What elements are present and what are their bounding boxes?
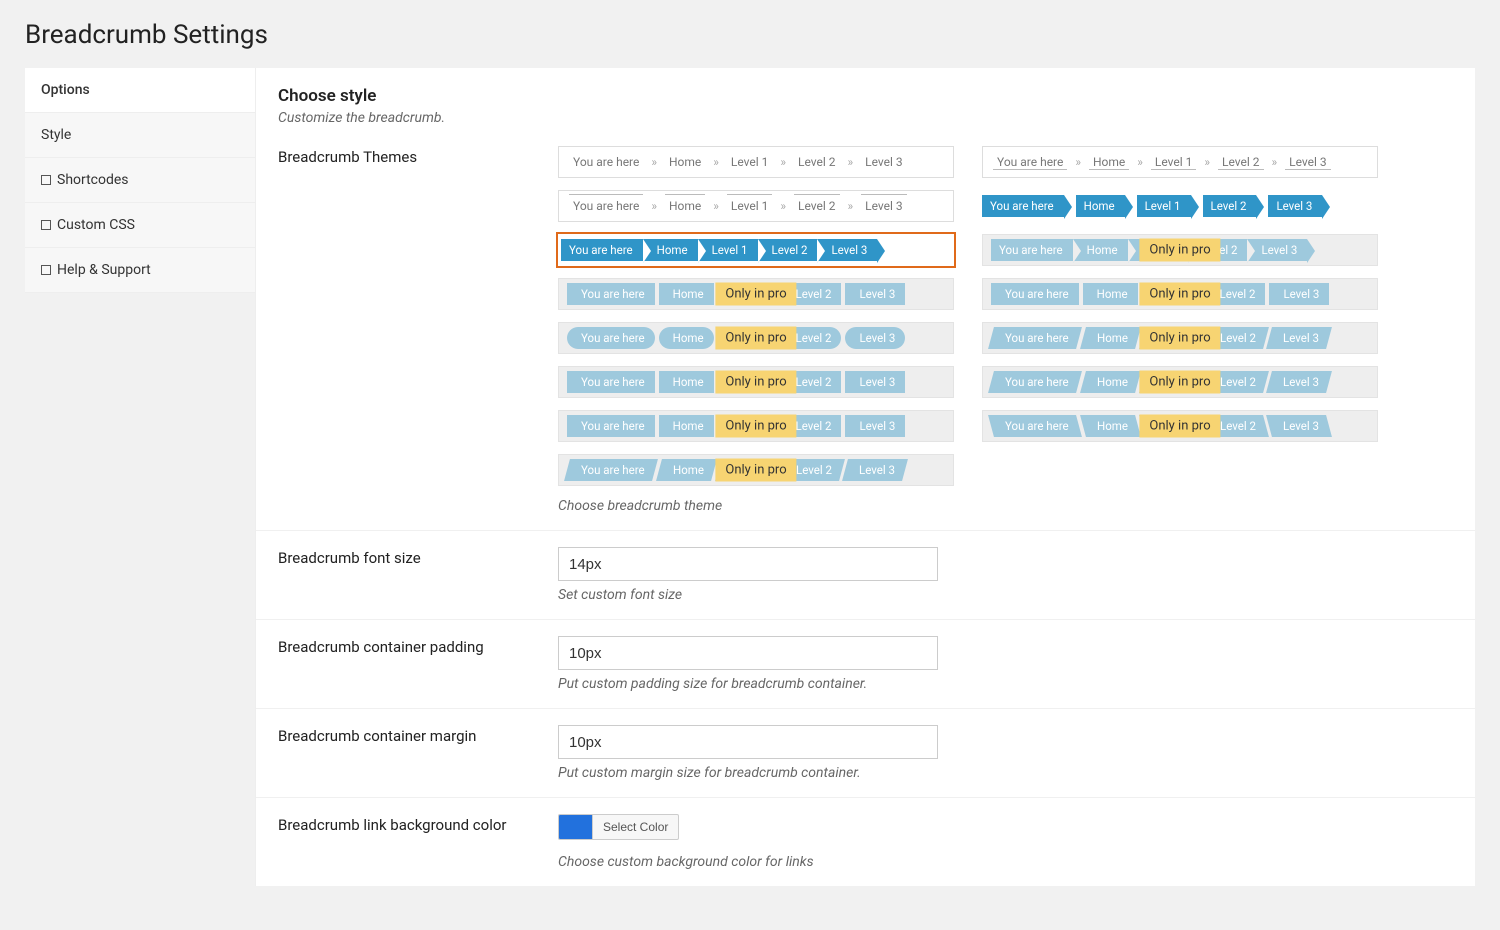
row-label: Breadcrumb container margin bbox=[278, 725, 558, 781]
theme-option-pro-8[interactable]: You are hereHomeLevel 1Level 2Level 3 On… bbox=[558, 410, 954, 442]
row-helper: Choose breadcrumb theme bbox=[558, 498, 1453, 514]
theme-option-pro-9[interactable]: You are hereHomeLevel 1Level 2Level 3 On… bbox=[982, 410, 1378, 442]
row-helper: Choose custom background color for links bbox=[558, 854, 1453, 870]
pro-badge: Only in pro bbox=[1139, 415, 1220, 438]
section-subtitle: Customize the breadcrumb. bbox=[278, 110, 1453, 126]
theme-option-pro-7[interactable]: You are hereHomeLevel 1Level 2Level 3 On… bbox=[982, 366, 1378, 398]
pro-badge: Only in pro bbox=[1139, 283, 1220, 306]
box-icon bbox=[41, 175, 51, 185]
theme-option-underline[interactable]: You are here» Home» Level 1» Level 2» Le… bbox=[982, 146, 1378, 178]
theme-option-overline[interactable]: You are here» Home» Level 1» Level 2» Le… bbox=[558, 190, 954, 222]
pro-badge: Only in pro bbox=[1139, 327, 1220, 350]
row-helper: Set custom font size bbox=[558, 587, 1453, 603]
page-title: Breadcrumb Settings bbox=[25, 20, 1475, 50]
theme-option-pro-2[interactable]: You are hereHomeLevel 1Level 2Level 3 On… bbox=[558, 278, 954, 310]
theme-option-pro-10[interactable]: You are hereHomeLevel 1Level 2Level 3 On… bbox=[558, 454, 954, 486]
sidebar-tab-label: Shortcodes bbox=[57, 172, 129, 188]
section-title: Choose style bbox=[278, 86, 1453, 106]
padding-input[interactable] bbox=[558, 636, 938, 670]
sidebar-tab-custom-css[interactable]: Custom CSS bbox=[25, 203, 255, 248]
sidebar-tab-label: Help & Support bbox=[57, 262, 151, 278]
font-size-input[interactable] bbox=[558, 547, 938, 581]
settings-content: Choose style Customize the breadcrumb. B… bbox=[255, 68, 1475, 886]
pro-badge: Only in pro bbox=[715, 327, 796, 350]
pro-badge: Only in pro bbox=[715, 371, 796, 394]
theme-option-pro-1[interactable]: You are here Home Level 1 Level 2 Level … bbox=[982, 234, 1378, 266]
row-helper: Put custom padding size for breadcrumb c… bbox=[558, 676, 1453, 692]
pro-badge: Only in pro bbox=[715, 415, 796, 438]
row-helper: Put custom margin size for breadcrumb co… bbox=[558, 765, 1453, 781]
pro-badge: Only in pro bbox=[1139, 371, 1220, 394]
margin-input[interactable] bbox=[558, 725, 938, 759]
row-bgcolor: Breadcrumb link background color Select … bbox=[256, 797, 1475, 886]
row-margin: Breadcrumb container margin Put custom m… bbox=[256, 708, 1475, 797]
theme-option-pro-6[interactable]: You are hereHomeLevel 1Level 2Level 3 On… bbox=[558, 366, 954, 398]
color-swatch[interactable] bbox=[558, 814, 592, 840]
row-label: Breadcrumb link background color bbox=[278, 814, 558, 870]
sidebar-tab-style[interactable]: Style bbox=[25, 113, 255, 158]
row-label: Breadcrumb Themes bbox=[278, 146, 558, 514]
pro-badge: Only in pro bbox=[715, 459, 796, 482]
theme-option-pro-5[interactable]: You are hereHomeLevel 1Level 2Level 3 On… bbox=[982, 322, 1378, 354]
pro-badge: Only in pro bbox=[715, 283, 796, 306]
sidebar-tab-label: Options bbox=[41, 82, 90, 98]
row-padding: Breadcrumb container padding Put custom … bbox=[256, 619, 1475, 708]
sidebar-tab-help-support[interactable]: Help & Support bbox=[25, 248, 255, 293]
row-breadcrumb-themes: Breadcrumb Themes You are here» Home» Le… bbox=[256, 140, 1475, 530]
theme-option-plain[interactable]: You are here» Home» Level 1» Level 2» Le… bbox=[558, 146, 954, 178]
sidebar-tab-options[interactable]: Options bbox=[25, 68, 255, 113]
sidebar-tab-label: Style bbox=[41, 127, 71, 143]
row-label: Breadcrumb font size bbox=[278, 547, 558, 603]
row-label: Breadcrumb container padding bbox=[278, 636, 558, 692]
sidebar-tab-label: Custom CSS bbox=[57, 217, 135, 233]
theme-option-arrow-connected[interactable]: You are here Home Level 1 Level 2 Level … bbox=[558, 234, 954, 266]
theme-option-arrow-separate[interactable]: You are here Home Level 1 Level 2 Level … bbox=[982, 190, 1378, 222]
row-font-size: Breadcrumb font size Set custom font siz… bbox=[256, 530, 1475, 619]
pro-badge: Only in pro bbox=[1139, 239, 1220, 262]
box-icon bbox=[41, 220, 51, 230]
box-icon bbox=[41, 265, 51, 275]
theme-option-pro-4[interactable]: You are hereHomeLevel 1Level 2Level 3 On… bbox=[558, 322, 954, 354]
settings-sidebar: Options Style Shortcodes Custom CSS Help… bbox=[25, 68, 255, 293]
theme-option-pro-3[interactable]: You are hereHomeLevel 1Level 2Level 3 On… bbox=[982, 278, 1378, 310]
select-color-button[interactable]: Select Color bbox=[592, 814, 679, 840]
sidebar-tab-shortcodes[interactable]: Shortcodes bbox=[25, 158, 255, 203]
